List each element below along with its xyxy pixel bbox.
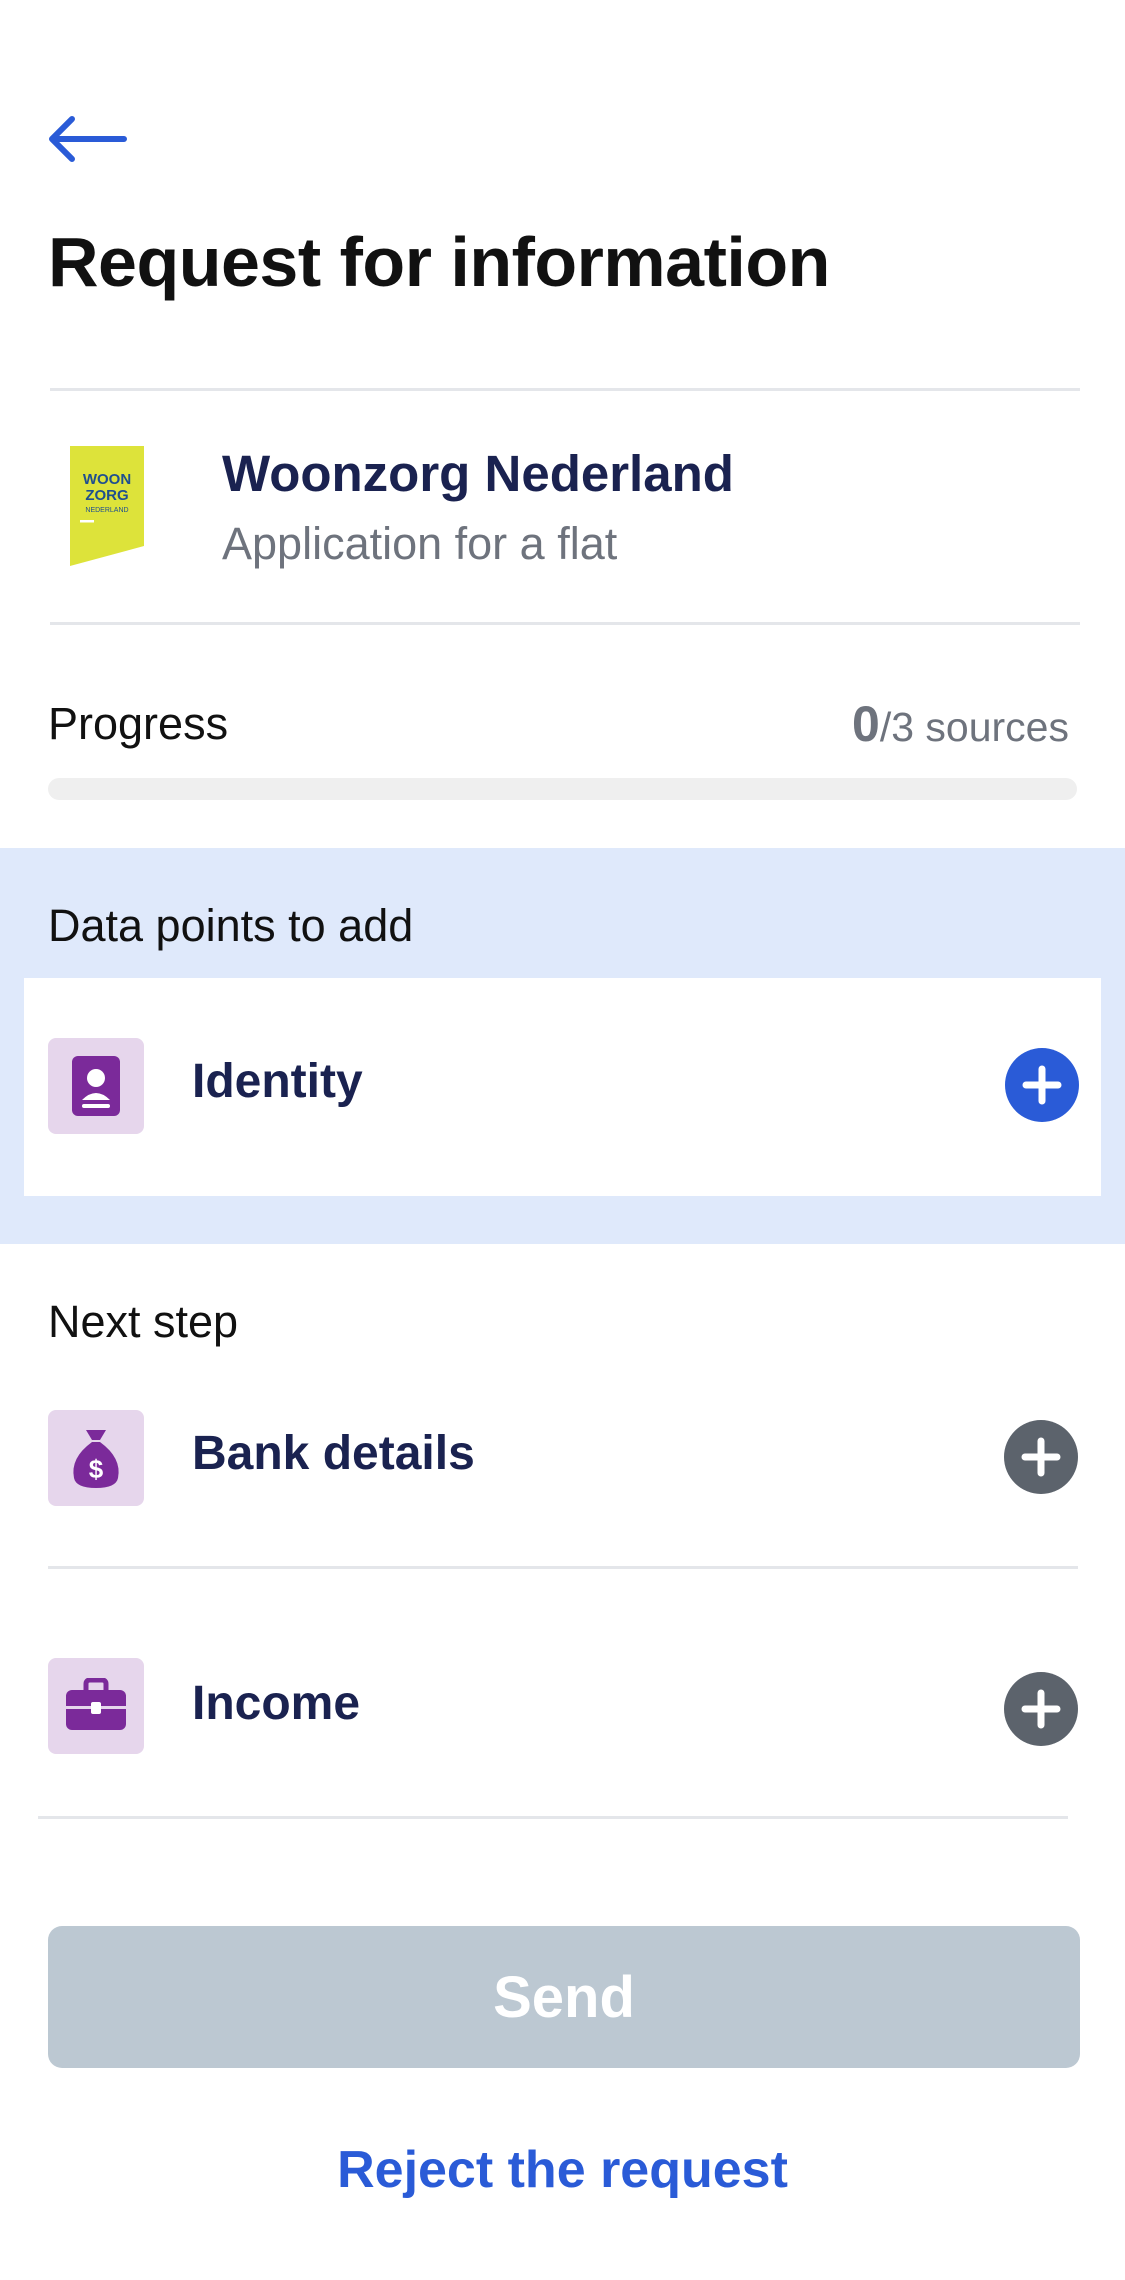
- svg-text:ZORG: ZORG: [85, 487, 128, 504]
- requester-name: Woonzorg Nederland: [222, 445, 734, 502]
- divider: [38, 1816, 1068, 1819]
- briefcase-icon: [66, 1678, 126, 1730]
- plus-icon: [1021, 1689, 1061, 1729]
- requester-logo: WOON ZORG NEDERLAND: [70, 446, 144, 566]
- add-bank-details-button[interactable]: [1004, 1420, 1078, 1494]
- progress-label: Progress: [48, 698, 229, 749]
- bank-details-label[interactable]: Bank details: [192, 1424, 475, 1484]
- requester-subtitle: Application for a flat: [222, 518, 618, 569]
- progress-completed: 0: [852, 696, 880, 752]
- data-points-title: Data points to add: [48, 900, 414, 951]
- identity-label: Identity: [192, 1055, 363, 1108]
- arrow-left-icon: [49, 116, 127, 162]
- page-title: Request for information: [48, 223, 830, 301]
- add-income-button[interactable]: [1004, 1672, 1078, 1746]
- list-item-identity[interactable]: [24, 978, 1101, 1196]
- income-item-icon: [48, 1658, 144, 1754]
- income-label[interactable]: Income: [192, 1674, 360, 1734]
- next-step-title: Next step: [48, 1296, 239, 1347]
- svg-text:WOON: WOON: [83, 471, 131, 488]
- divider: [48, 1566, 1078, 1569]
- id-card-icon: [72, 1056, 120, 1116]
- plus-icon: [1021, 1437, 1061, 1477]
- plus-icon: [1022, 1065, 1062, 1105]
- identity-item-icon: [48, 1038, 144, 1134]
- progress-total: /3 sources: [879, 704, 1069, 750]
- back-button[interactable]: [44, 104, 134, 174]
- reject-request-link[interactable]: Reject the request: [0, 2140, 1125, 2200]
- bank-details-item-icon: $: [48, 1410, 144, 1506]
- send-button[interactable]: Send: [48, 1926, 1080, 2068]
- add-identity-button[interactable]: [1005, 1048, 1079, 1122]
- progress-bar: [48, 778, 1077, 800]
- progress-count: 0/3 sources: [852, 694, 1069, 757]
- divider: [50, 388, 1080, 391]
- divider: [50, 622, 1080, 625]
- svg-text:$: $: [89, 1454, 104, 1484]
- svg-text:NEDERLAND: NEDERLAND: [85, 507, 128, 514]
- money-bag-icon: $: [73, 1430, 119, 1488]
